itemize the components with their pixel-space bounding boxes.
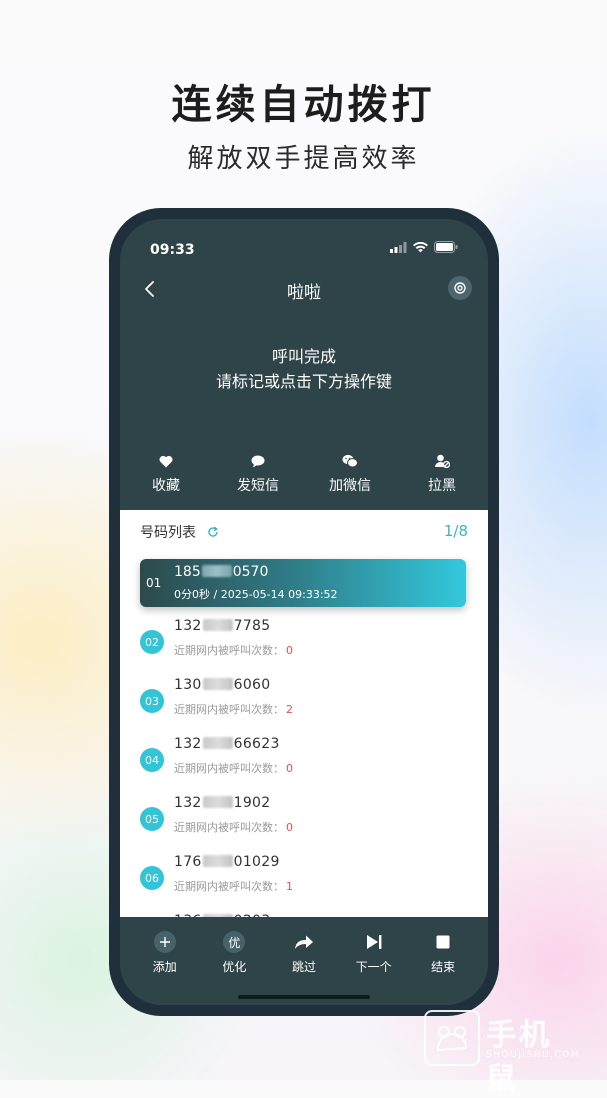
add-button[interactable]: 添加 [130,917,200,1005]
refresh-icon[interactable] [207,526,219,538]
call-status: 呼叫完成 请标记或点击下方操作键 [120,344,488,394]
call-count-text: 近期网内被呼叫次数： 0 [174,762,293,775]
number-list-panel: 号码列表 1/8 01 185 0570 0分0秒 / 2025-05-14 09… [120,510,488,917]
call-count-text: 近期网内被呼叫次数： 2 [174,703,293,716]
message-icon [251,455,265,467]
quick-actions: 收藏 发短信 加微信 拉黑 [120,451,488,495]
phone-number: 176 01029 [174,854,280,870]
list-item[interactable]: 02 132 7785 近期网内被呼叫次数： 0 [140,618,466,666]
active-call-row[interactable]: 01 185 0570 0分0秒 / 2025-05-14 09:33:52 [140,559,466,607]
call-status-title: 呼叫完成 [271,347,336,366]
optimize-icon: 优 [223,931,246,953]
next-label: 下一个 [355,960,392,974]
status-bar: 09:33 [150,239,458,259]
headline: 连续自动拨打 [171,82,436,128]
phone-number: 130 6060 [174,677,271,693]
stop-icon [432,931,454,953]
row-index: 01 [146,576,162,590]
add-label: 添加 [152,960,177,974]
call-count-text: 近期网内被呼叫次数： 0 [174,644,293,657]
optimize-button[interactable]: 优 优化 [200,917,270,1005]
wifi-icon [413,241,428,252]
bottom-toolbar: 添加 优 优化 跳过 下一个 结束 [120,917,488,1005]
page-title: 啦啦 [287,283,321,303]
row-index: 03 [140,689,164,713]
signal-icon [390,241,407,253]
row-index: 05 [140,807,164,831]
number-list-header: 号码列表 1/8 [140,522,468,542]
row-index: 04 [140,748,164,772]
watermark: 手机鼠 SHOUJISHU.COM [424,1010,584,1097]
block-label: 拉黑 [428,478,456,494]
list-progress-count: 1/8 [443,522,468,540]
phone-number: 132 66623 [174,736,280,752]
call-count-text: 近期网内被呼叫次数： 0 [174,821,293,834]
phone-number: 132 7785 [174,618,271,634]
subheadline: 解放双手提高效率 [187,144,420,174]
battery-icon [434,241,458,253]
row-index: 06 [140,866,164,890]
call-count-text: 近期网内被呼叫次数： 1 [174,880,293,893]
home-indicator [238,995,370,999]
send-sms-label: 发短信 [237,478,279,494]
optimize-label: 优化 [222,960,247,974]
favorite-button[interactable]: 收藏 [120,451,212,495]
phone-number: 185 0570 [174,564,269,580]
phone-frame: 09:33 啦啦 呼叫完成 请标记或点击下方操作键 收藏 发短信 加微信 拉黑 … [109,208,499,1016]
phone-number: 132 1902 [174,795,271,811]
number-list-title: 号码列表 [140,525,196,541]
phone-screen: 09:33 啦啦 呼叫完成 请标记或点击下方操作键 收藏 发短信 加微信 拉黑 … [120,219,488,1005]
row-index: 02 [140,630,164,654]
skip-arrow-icon [293,931,315,953]
list-item[interactable]: 04 132 66623 近期网内被呼叫次数： 0 [140,736,466,784]
settings-button[interactable] [448,276,472,300]
heart-icon [159,455,173,467]
add-wechat-label: 加微信 [329,478,371,494]
skip-button[interactable]: 跳过 [269,917,339,1005]
skip-label: 跳过 [291,960,316,974]
wechat-icon [342,454,358,468]
next-icon [363,931,385,953]
nav-bar: 啦啦 [120,273,488,307]
end-label: 结束 [431,960,456,974]
next-button[interactable]: 下一个 [339,917,409,1005]
end-button[interactable]: 结束 [408,917,478,1005]
block-button[interactable]: 拉黑 [396,451,488,495]
call-status-hint: 请标记或点击下方操作键 [215,372,392,391]
status-icons [390,241,458,253]
list-item[interactable]: 06 176 01029 近期网内被呼叫次数： 1 [140,854,466,902]
call-duration: 0分0秒 / 2025-05-14 09:33:52 [174,588,338,601]
watermark-en: SHOUJISHU.COM [486,1050,581,1060]
list-item[interactable]: 03 130 6060 近期网内被呼叫次数： 2 [140,677,466,725]
add-wechat-button[interactable]: 加微信 [304,451,396,495]
mouse-logo-icon [436,1026,468,1052]
list-item[interactable]: 05 132 1902 近期网内被呼叫次数： 0 [140,795,466,843]
favorite-label: 收藏 [152,478,180,494]
send-sms-button[interactable]: 发短信 [212,451,304,495]
gear-icon [454,282,466,294]
status-time: 09:33 [150,242,195,258]
watermark-logo [424,1010,480,1066]
plus-icon [153,931,176,953]
block-user-icon [434,454,450,468]
